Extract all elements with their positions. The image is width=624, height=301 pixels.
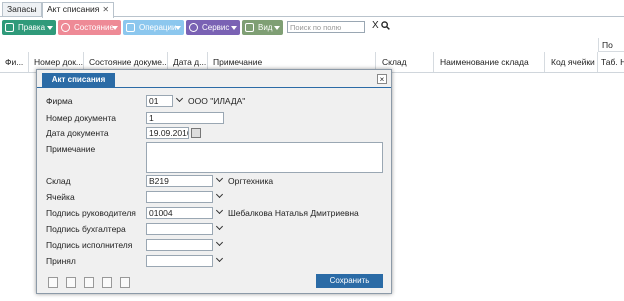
buh-field[interactable] <box>146 223 213 235</box>
dialog-divider <box>37 87 391 88</box>
chevron-down-icon[interactable] <box>217 192 224 199</box>
chevron-down-icon[interactable] <box>217 224 224 231</box>
data-label: Дата документа <box>46 128 109 138</box>
ruk-name: Шебалкова Наталья Дмитриевна <box>228 208 359 218</box>
chevron-down-icon[interactable] <box>217 176 224 183</box>
tab-zapasy[interactable]: Запасы <box>2 2 42 16</box>
nomer-label: Номер документа <box>46 113 116 123</box>
isp-label: Подпись исполнителя <box>46 240 133 250</box>
yacheyka-field[interactable] <box>146 191 213 203</box>
edit-icon <box>5 23 14 32</box>
save-button[interactable]: Сохранить <box>316 274 383 288</box>
vid-button[interactable]: Вид <box>242 20 283 35</box>
firma-label: Фирма <box>46 96 73 106</box>
servis-button[interactable]: Сервис <box>186 20 240 35</box>
buh-label: Подпись бухгалтера <box>46 224 126 234</box>
status-icon <box>61 23 70 32</box>
primechanie-field[interactable] <box>146 142 383 173</box>
search-input[interactable]: Поиск по полю <box>287 21 365 33</box>
calendar-icon[interactable] <box>191 128 201 138</box>
operatsii-button[interactable]: Операции <box>123 20 184 35</box>
tab-label: Запасы <box>7 4 37 14</box>
chevron-down-icon[interactable] <box>217 256 224 263</box>
view-icon <box>245 23 254 32</box>
column-header[interactable]: Фи... <box>0 52 29 72</box>
column-group-header: По <box>598 38 624 52</box>
chevron-down-icon <box>112 26 118 30</box>
button-label: Сервис <box>202 23 230 32</box>
akt-spisaniya-dialog: Акт списания × Фирма 01 ООО "ИЛАДА" Номе… <box>36 69 392 294</box>
ruk-field[interactable]: 01004 <box>146 207 213 219</box>
ruk-label: Подпись руководителя <box>46 208 136 218</box>
close-icon[interactable]: × <box>377 74 387 84</box>
save-disk-icon[interactable] <box>120 277 130 288</box>
import-icon[interactable] <box>66 277 76 288</box>
prinyal-field[interactable] <box>146 255 213 267</box>
button-label: Операции <box>139 23 177 32</box>
tab-akt-spisaniya[interactable]: Акт списания ✕ <box>42 2 115 18</box>
chevron-down-icon[interactable] <box>217 240 224 247</box>
button-label: Состояние <box>74 23 114 32</box>
sklad-field[interactable]: B219 <box>146 175 213 187</box>
close-tab-icon[interactable]: ✕ <box>102 5 109 14</box>
dialog-title: Акт списания <box>42 73 115 87</box>
primechanie-label: Примечание <box>46 144 96 154</box>
button-label: Правка <box>18 23 46 32</box>
firma-name: ООО "ИЛАДА" <box>188 96 246 106</box>
column-header[interactable]: Таб. Н <box>598 52 624 72</box>
search-icon[interactable] <box>381 21 390 30</box>
chevron-down-icon <box>274 26 280 30</box>
chevron-down-icon[interactable] <box>177 96 184 103</box>
firma-field[interactable]: 01 <box>146 95 173 107</box>
clear-search-button[interactable]: X <box>372 20 379 31</box>
export-icon[interactable] <box>84 277 94 288</box>
column-header[interactable]: Наименование склада <box>434 52 545 72</box>
chevron-down-icon <box>47 26 53 30</box>
copy-icon[interactable] <box>48 277 58 288</box>
sostoyanie-button[interactable]: Состояние <box>58 20 121 35</box>
tab-label: Акт списания <box>47 4 100 14</box>
nomer-field[interactable]: 1 <box>146 112 224 124</box>
pravka-button[interactable]: Правка <box>2 20 56 35</box>
data-field[interactable]: 19.09.2016 <box>146 127 189 139</box>
column-header[interactable]: Код ячейки <box>545 52 598 72</box>
sklad-name: Оргтехника <box>228 176 274 186</box>
button-label: Вид <box>258 23 273 32</box>
tab-bar: Запасы Акт списания ✕ <box>0 0 624 18</box>
chevron-down-icon[interactable] <box>217 208 224 215</box>
prinyal-label: Принял <box>46 256 76 266</box>
chevron-down-icon <box>231 26 237 30</box>
attach-icon[interactable] <box>102 277 112 288</box>
yacheyka-label: Ячейка <box>46 192 75 202</box>
sklad-label: Склад <box>46 176 71 186</box>
chevron-down-icon <box>175 26 181 30</box>
isp-field[interactable] <box>146 239 213 251</box>
gear-icon <box>189 23 198 32</box>
operations-icon <box>126 23 135 32</box>
